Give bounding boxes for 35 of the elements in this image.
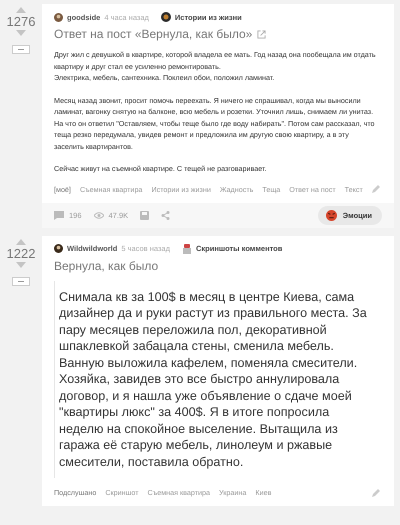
screenshot-text-line: Снимала кв за 100$ в месяц в центре Киева, сама [59, 288, 356, 305]
screenshot-text-line: "квартиры люкс" за 400$. Я в итоге попросила [59, 404, 330, 420]
edit-icon[interactable] [372, 488, 380, 496]
screenshot-text-line: договор, и я нашла уже объявление о сдаче моей [59, 388, 353, 404]
community-icon [182, 244, 192, 254]
downvote-icon[interactable] [16, 30, 26, 36]
upvote-icon[interactable] [16, 238, 26, 244]
upvote-icon[interactable] [16, 7, 26, 13]
hide-button[interactable] [12, 45, 30, 54]
screenshot-text-line: пару месяцев переложила пол, декоративной [59, 322, 328, 338]
comment-icon[interactable] [54, 210, 64, 220]
screenshot-text-line: неделю на спокойное выселение. Вытащила из [59, 420, 339, 437]
screenshot-text-line: Ванную выложила кафелем, поменяла смесители. [59, 354, 358, 371]
post-title[interactable]: Ответ на пост «Вернула, как было» [54, 27, 252, 41]
hide-button[interactable] [12, 276, 30, 286]
eye-icon [94, 212, 104, 218]
external-link-icon[interactable] [257, 30, 266, 38]
screenshot-text-line: Хозяйка, завидев это все быстро аннулировала [59, 371, 340, 388]
minus-icon [18, 49, 24, 50]
minus-icon [18, 280, 24, 282]
avatar-icon [54, 244, 63, 253]
edit-icon[interactable] [372, 185, 380, 193]
screenshot-text-line: дизайнер да и руки растут из правильного места. За [59, 305, 368, 322]
angry-face-icon [326, 210, 337, 220]
community-icon [160, 12, 171, 22]
rating-count: 1222 [6, 246, 36, 260]
post-title[interactable]: Вернула, как было [54, 258, 158, 272]
downvote-icon[interactable] [16, 262, 26, 268]
avatar-icon [54, 12, 63, 22]
screenshot-text-line: гаража её старую мебель, линолеум и ржавые [59, 437, 334, 454]
rating-count: 1276 [6, 14, 36, 29]
screenshot-text-line: смесители, поставила обратно. [59, 454, 244, 470]
save-icon[interactable] [140, 210, 150, 220]
screenshot-text-line: шпаклевкой забацала стены, сменила мебель. [59, 338, 335, 354]
share-icon[interactable] [161, 210, 170, 220]
